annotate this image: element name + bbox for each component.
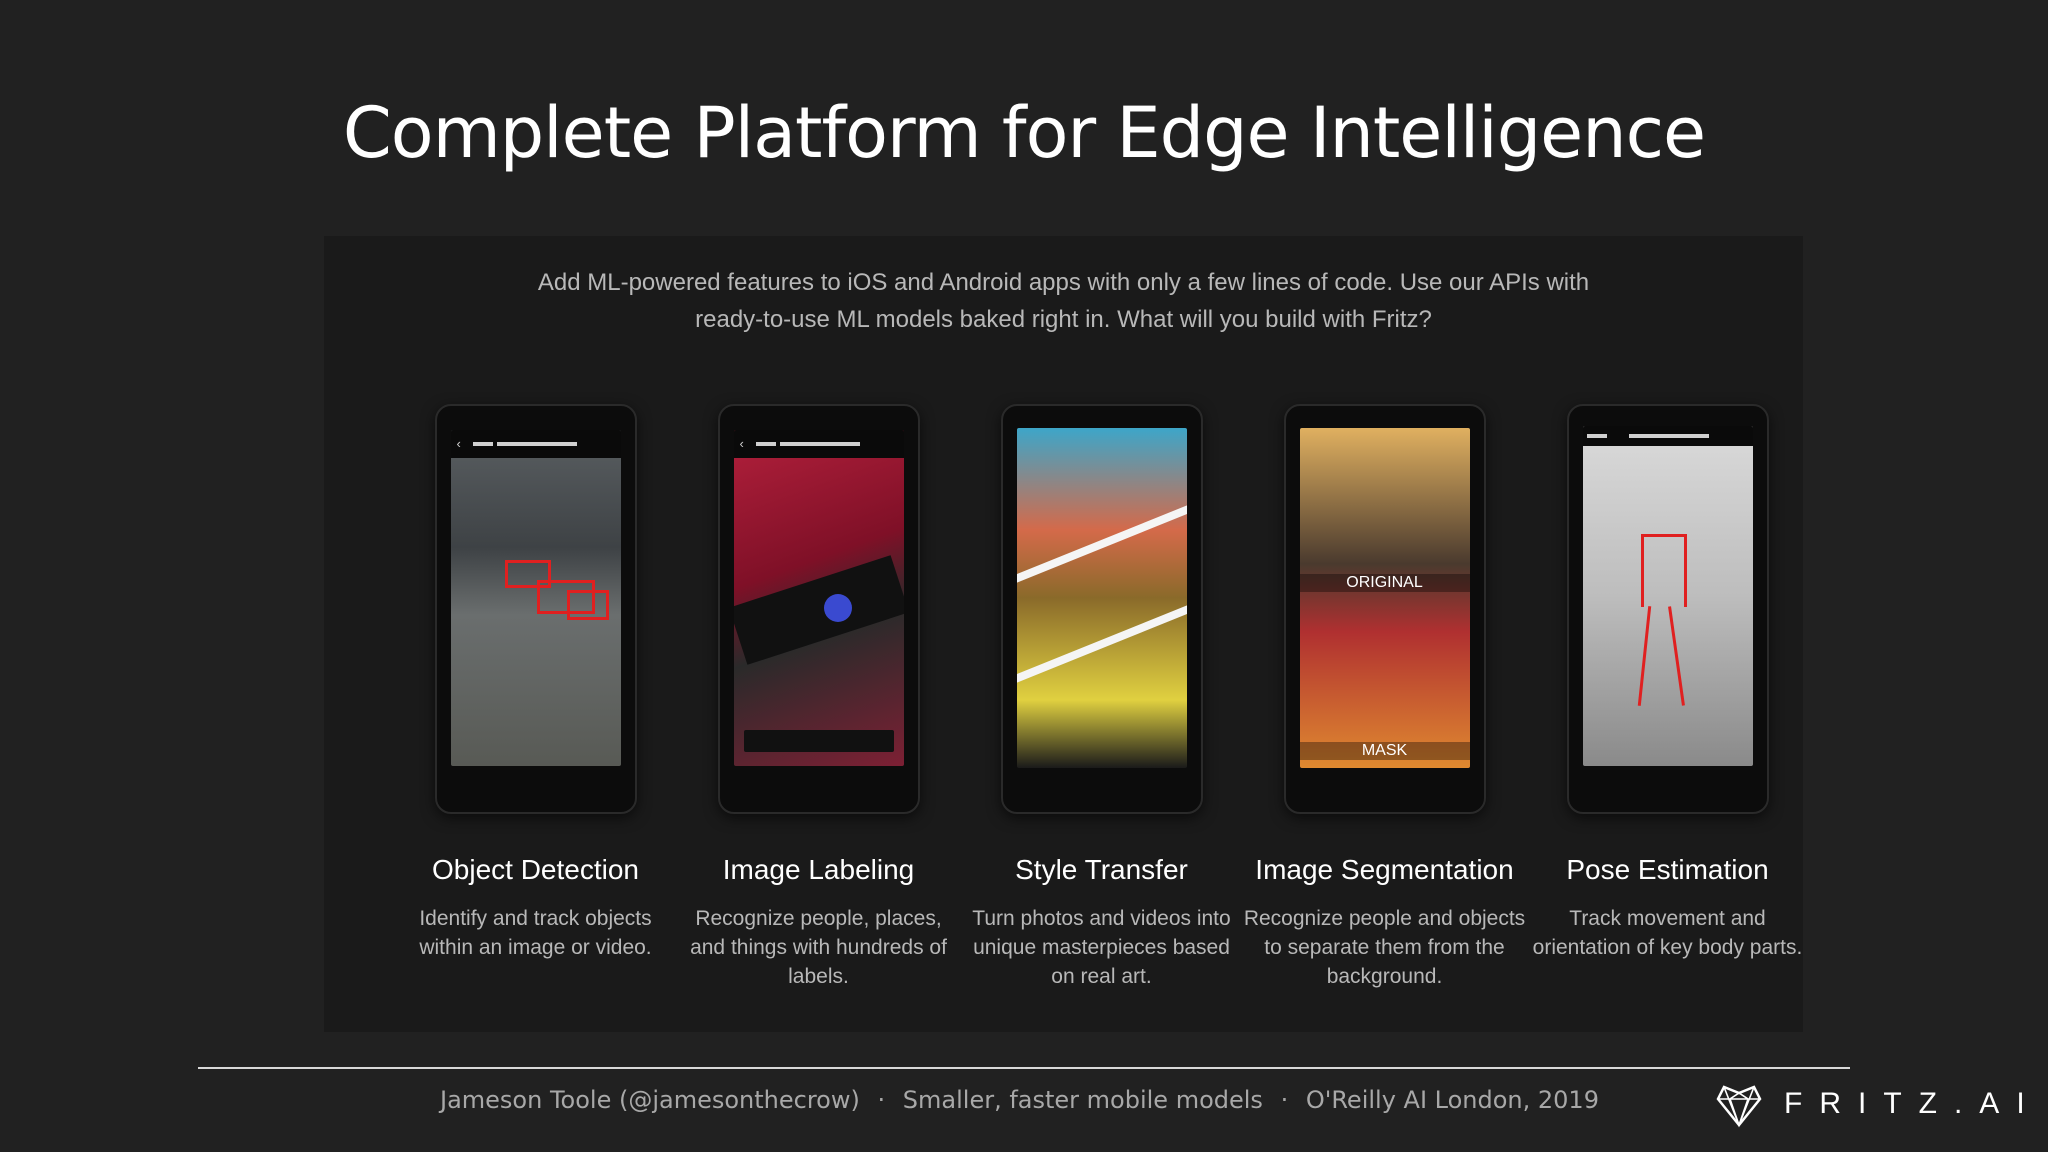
footer-separator: · — [877, 1086, 886, 1114]
content-panel: Add ML-powered features to iOS and Andro… — [324, 236, 1803, 1032]
footer-author: Jameson Toole (@jamesonthecrow) — [440, 1086, 860, 1114]
slide-title: Complete Platform for Edge Intelligence — [342, 92, 1706, 174]
feature-list: ‹ Object Detection Identify and track ob… — [324, 236, 1803, 1032]
footer-text: Jameson Toole (@jamesonthecrow) · Smalle… — [440, 1086, 1599, 1114]
phone-screen-image — [1582, 426, 1753, 766]
phone-screen-image: ‹ — [450, 430, 621, 766]
feature-title: Object Detection — [432, 854, 639, 885]
feature-title: Pose Estimation — [1566, 854, 1769, 885]
pose-skeleton — [1640, 534, 1687, 607]
feature-image-labeling: ‹ Image Labeling Recognize people, place… — [677, 404, 960, 991]
feature-title: Style Transfer — [1015, 854, 1188, 885]
phone-mockup: ‹ — [434, 404, 637, 814]
phone-screen-image: ‹ — [733, 430, 904, 766]
feature-description: Turn photos and videos into unique maste… — [972, 907, 1231, 988]
phone-mockup: ‹ — [717, 404, 920, 814]
feature-object-detection: ‹ Object Detection Identify and track ob… — [394, 404, 677, 962]
footer-separator: · — [1280, 1086, 1289, 1114]
feature-style-transfer: Style Transfer Turn photos and videos in… — [960, 404, 1243, 991]
footer-talk: Smaller, faster mobile models — [902, 1086, 1263, 1114]
status-bar: ‹ — [450, 430, 621, 458]
phone-mockup — [1000, 404, 1203, 814]
footer-event: O'Reilly AI London, 2019 — [1305, 1086, 1599, 1114]
chevron-left-icon: ‹ — [739, 436, 744, 451]
brand-wordmark: FRITZ.AI — [1784, 1087, 2042, 1120]
feature-description: Identify and track objects within an ima… — [419, 907, 652, 959]
footer-divider — [198, 1067, 1850, 1069]
mask-caption: MASK — [1299, 742, 1470, 760]
status-bar: ‹ — [733, 430, 904, 458]
feature-pose-estimation: Pose Estimation Track movement and orien… — [1526, 404, 1809, 962]
status-bar — [1582, 426, 1753, 446]
phone-mockup — [1566, 404, 1769, 814]
feature-description: Recognize people, places, and things wit… — [690, 907, 947, 988]
detection-box — [566, 590, 609, 620]
original-caption: ORIGINAL — [1299, 574, 1470, 592]
label-bar — [743, 730, 894, 752]
phone-screen-image — [1016, 428, 1187, 768]
chevron-left-icon: ‹ — [456, 436, 461, 451]
dpad-shape — [823, 594, 852, 622]
remote-control-shape — [733, 555, 904, 665]
feature-title: Image Segmentation — [1255, 854, 1514, 885]
phone-screen-image: ORIGINAL MASK — [1299, 428, 1470, 768]
feature-description: Recognize people and objects to separate… — [1243, 907, 1526, 988]
feature-image-segmentation: ORIGINAL MASK Image Segmentation Recogni… — [1243, 404, 1526, 991]
phone-mockup: ORIGINAL MASK — [1283, 404, 1486, 814]
heart-triangle-logo-icon — [1716, 1085, 1762, 1128]
feature-title: Image Labeling — [722, 854, 915, 885]
feature-description: Track movement and orientation of key bo… — [1532, 907, 1803, 959]
